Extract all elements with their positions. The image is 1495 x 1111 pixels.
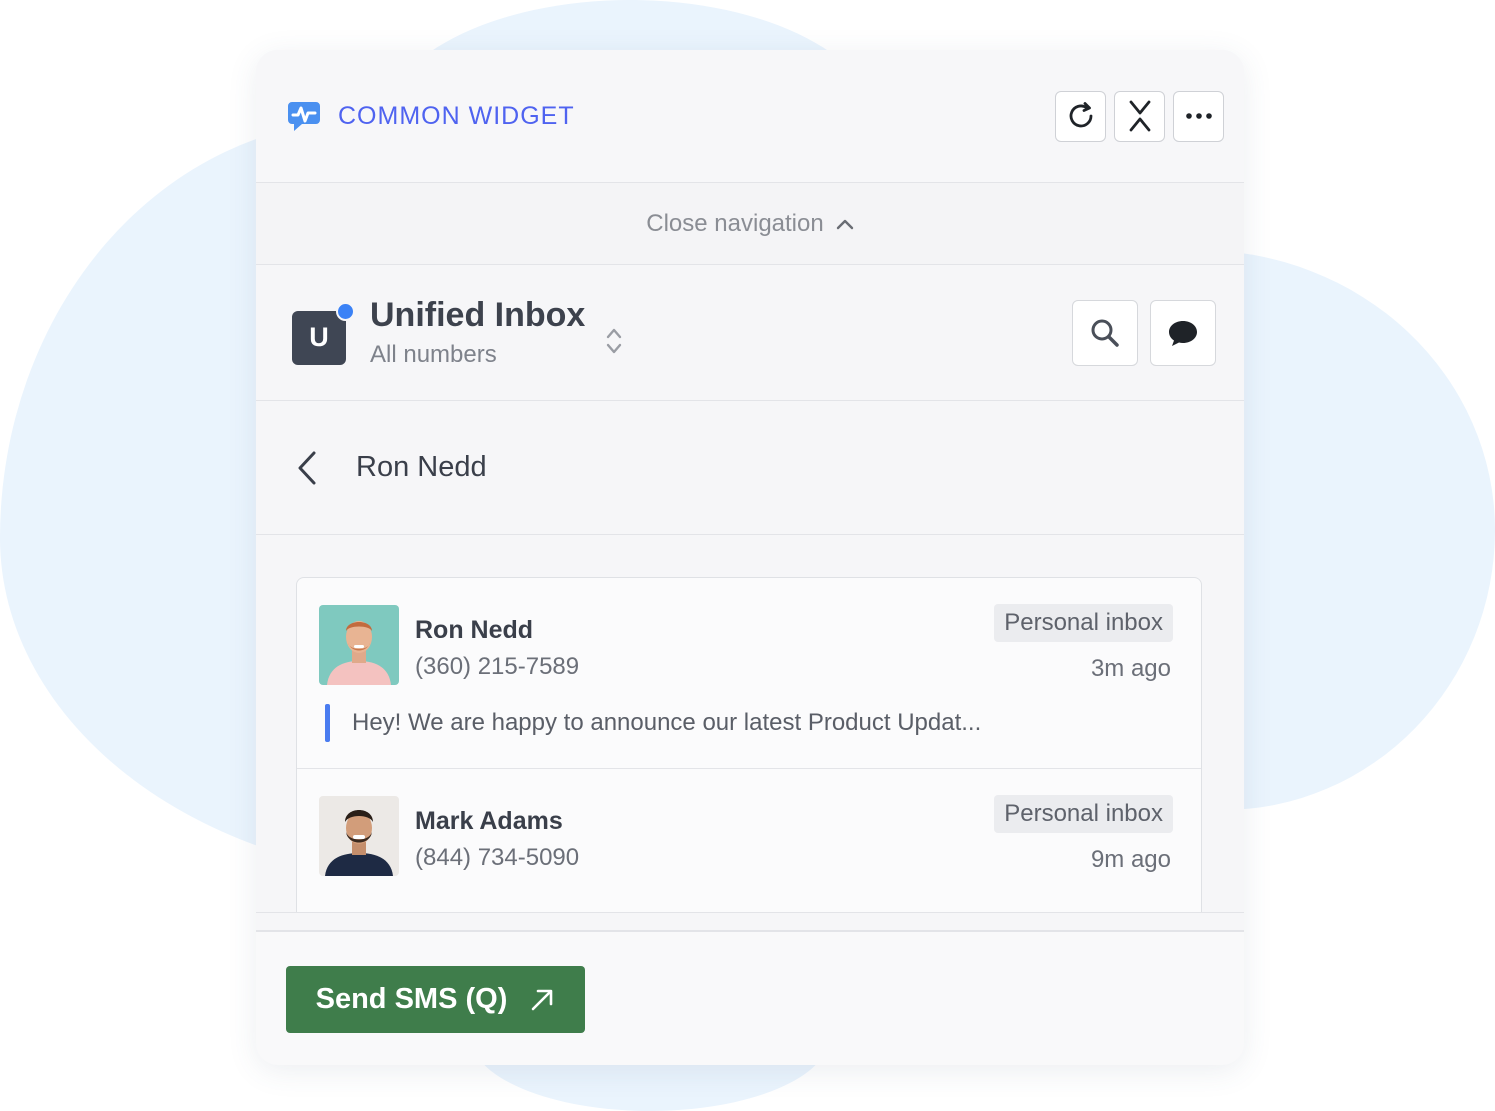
refresh-button[interactable] (1055, 90, 1106, 142)
avatar (319, 796, 399, 876)
conversation-phone: (360) 215-7589 (415, 653, 580, 680)
brand-logo-icon (288, 102, 320, 131)
conversation-name: Ron Nedd (415, 616, 534, 644)
avatar-mark-adams (319, 796, 399, 876)
collapse-icon (1129, 100, 1150, 132)
new-message-button[interactable] (1150, 299, 1216, 366)
widget-footer: Send SMS (Q) (256, 930, 1244, 1065)
contact-header: Ron Nedd (256, 401, 1244, 535)
refresh-icon (1069, 102, 1092, 128)
inbox-actions (1072, 299, 1216, 366)
search-button[interactable] (1072, 299, 1138, 366)
inbox-avatar: U (292, 301, 355, 365)
notification-dot (336, 301, 355, 321)
conversation-item[interactable]: Mark Adams (844) 734-5090 Personal inbox… (297, 769, 1201, 913)
conversation-list: Ron Nedd (360) 215-7589 Personal inbox 3… (296, 577, 1202, 913)
footer-divider (256, 912, 1244, 930)
more-icon (1185, 113, 1212, 119)
chevron-up-icon (836, 219, 853, 229)
close-navigation-label: Close navigation (646, 209, 824, 237)
conversation-time: 3m ago (1090, 655, 1171, 682)
avatar-ron-nedd (319, 605, 399, 685)
inbox-title: Unified Inbox (370, 296, 586, 334)
collapse-button[interactable] (1114, 90, 1165, 142)
chevron-left-icon (298, 451, 316, 484)
inbox-badge-letter: U (309, 322, 329, 352)
common-widget: COMMON WIDGET Close navigation U Unified… (256, 50, 1244, 1065)
widget-title: COMMON WIDGET (338, 101, 575, 130)
sort-icon[interactable] (605, 326, 623, 356)
message-preview-text: Hey! We are happy to announce our latest… (352, 709, 982, 736)
more-button[interactable] (1173, 90, 1224, 142)
widget-header: COMMON WIDGET (256, 50, 1244, 183)
send-sms-label: Send SMS (Q) (315, 983, 508, 1015)
header-actions (1055, 90, 1224, 142)
chat-icon (1169, 320, 1197, 346)
close-navigation-button[interactable]: Close navigation (256, 183, 1244, 265)
avatar (319, 605, 399, 685)
send-sms-button[interactable]: Send SMS (Q) (286, 966, 585, 1033)
inbox-switcher[interactable]: Unified Inbox All numbers (370, 296, 585, 369)
search-icon (1091, 319, 1119, 347)
back-button[interactable] (296, 448, 326, 488)
brand: COMMON WIDGET (286, 98, 575, 134)
message-preview: Hey! We are happy to announce our latest… (325, 704, 981, 742)
conversation-name: Mark Adams (415, 807, 563, 835)
conversation-phone: (844) 734-5090 (415, 844, 580, 871)
preview-indicator (325, 704, 330, 742)
inbox-subtitle: All numbers (370, 341, 497, 368)
arrow-up-right-icon (532, 989, 553, 1010)
inbox-selector: U Unified Inbox All numbers (256, 265, 1244, 401)
conversation-time: 9m ago (1090, 846, 1171, 873)
contact-name: Ron Nedd (356, 451, 487, 483)
inbox-tag: Personal inbox (994, 604, 1173, 642)
inbox-tag: Personal inbox (994, 795, 1173, 833)
conversation-item[interactable]: Ron Nedd (360) 215-7589 Personal inbox 3… (297, 578, 1201, 769)
